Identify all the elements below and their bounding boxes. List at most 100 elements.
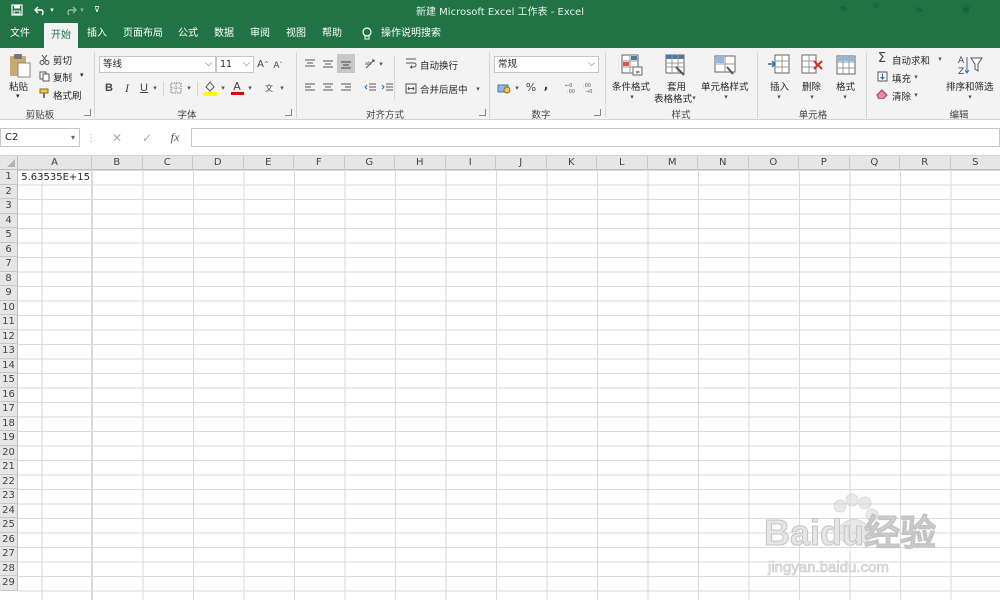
column-header-l[interactable]: L (597, 156, 648, 170)
underline-button[interactable]: U (138, 80, 150, 96)
autosum-button[interactable]: 自动求和 (892, 53, 930, 67)
align-left-icon[interactable] (302, 80, 318, 95)
row-header-14[interactable]: 14 (0, 358, 18, 373)
tab-home[interactable]: 开始 (44, 23, 78, 48)
row-header-29[interactable]: 29 (0, 576, 18, 591)
row-header-28[interactable]: 28 (0, 561, 18, 576)
clipboard-launcher-icon[interactable] (84, 109, 91, 116)
font-size-select[interactable]: 11 ⌵ (216, 56, 254, 73)
cut-button[interactable]: 剪切 (53, 53, 72, 67)
align-bottom-icon[interactable] (337, 54, 355, 73)
copy-dropdown-icon[interactable]: ▾ (80, 71, 84, 79)
format-cells-button[interactable]: 格式 (836, 79, 855, 93)
decrease-decimal-icon[interactable]: .00 →0 (582, 80, 598, 95)
row-header-15[interactable]: 15 (0, 373, 18, 388)
insert-cells-button[interactable]: 插入 (770, 79, 789, 93)
align-right-icon[interactable] (338, 80, 354, 95)
bold-button[interactable]: B (102, 80, 116, 96)
shrink-font-icon[interactable]: Aˇ (272, 57, 284, 74)
column-header-n[interactable]: N (698, 156, 749, 170)
cell-styles-dropdown-icon[interactable]: ▾ (722, 92, 730, 102)
tab-file[interactable]: 文件 (4, 19, 36, 48)
row-header-24[interactable]: 24 (0, 503, 18, 518)
underline-dropdown-icon[interactable]: ▾ (151, 82, 159, 94)
column-header-m[interactable]: M (647, 156, 698, 170)
fill-button[interactable]: 填充 (892, 71, 911, 85)
column-header-p[interactable]: P (799, 156, 850, 170)
conditional-formatting-button[interactable]: 条件格式 (612, 79, 650, 93)
paste-button[interactable]: 粘贴 (9, 79, 28, 93)
row-header-1[interactable]: 1 (0, 170, 18, 185)
format-painter-button[interactable]: 格式刷 (53, 88, 82, 102)
format-table-dropdown-icon[interactable]: ▾ (690, 93, 698, 103)
row-header-13[interactable]: 13 (0, 344, 18, 359)
column-header-s[interactable]: S (950, 156, 1000, 170)
name-box[interactable]: C2 ▾ (0, 128, 80, 147)
tab-formulas[interactable]: 公式 (174, 19, 202, 48)
column-header-h[interactable]: H (395, 156, 446, 170)
row-header-20[interactable]: 20 (0, 445, 18, 460)
fill-color-icon[interactable] (203, 79, 217, 96)
column-header-j[interactable]: J (496, 156, 547, 170)
increase-indent-icon[interactable] (379, 80, 395, 95)
row-header-7[interactable]: 7 (0, 257, 18, 272)
tab-help[interactable]: 帮助 (318, 19, 346, 48)
column-header-e[interactable]: E (243, 156, 294, 170)
confirm-entry-icon[interactable]: ✓ (140, 130, 154, 146)
format-as-table-button[interactable]: 表格格式 (654, 91, 692, 105)
alignment-launcher-icon[interactable] (479, 109, 486, 116)
row-header-3[interactable]: 3 (0, 199, 18, 214)
formula-bar-grip-icon[interactable]: ⋮ (86, 130, 96, 146)
font-color-dropdown-icon[interactable]: ▾ (246, 82, 254, 94)
column-header-r[interactable]: R (900, 156, 951, 170)
sort-filter-button[interactable]: 排序和筛选 (946, 79, 994, 93)
font-color-icon[interactable]: A (230, 79, 244, 96)
orientation-icon[interactable]: ab (362, 56, 378, 71)
row-header-16[interactable]: 16 (0, 387, 18, 402)
row-header-8[interactable]: 8 (0, 271, 18, 286)
orientation-dropdown-icon[interactable]: ▾ (377, 58, 385, 70)
fill-dropdown-icon[interactable]: ▾ (912, 72, 920, 82)
conditional-dropdown-icon[interactable]: ▾ (628, 92, 636, 102)
column-header-f[interactable]: F (294, 156, 345, 170)
row-header-4[interactable]: 4 (0, 213, 18, 228)
tab-data[interactable]: 数据 (210, 19, 238, 48)
tab-review[interactable]: 审阅 (246, 19, 274, 48)
row-header-10[interactable]: 10 (0, 300, 18, 315)
row-header-9[interactable]: 9 (0, 286, 18, 301)
tell-me-search[interactable]: 操作说明搜索 (378, 19, 444, 48)
comma-style-button[interactable]: , (541, 77, 551, 92)
column-header-b[interactable]: B (92, 156, 143, 170)
column-header-o[interactable]: O (748, 156, 799, 170)
column-header-i[interactable]: I (445, 156, 496, 170)
insert-function-icon[interactable]: fx (166, 129, 184, 146)
cancel-entry-icon[interactable]: ✕ (110, 130, 124, 146)
font-name-select[interactable]: 等线 ⌵ (99, 56, 216, 73)
align-center-icon[interactable] (320, 80, 336, 95)
borders-dropdown-icon[interactable]: ▾ (185, 82, 193, 94)
merge-center-button[interactable]: 合并后居中 (420, 82, 468, 96)
align-middle-icon[interactable] (320, 56, 336, 71)
row-header-22[interactable]: 22 (0, 474, 18, 489)
merge-dropdown-icon[interactable]: ▾ (474, 83, 482, 95)
italic-button[interactable]: I (120, 80, 134, 96)
copy-button[interactable]: 复制 (53, 70, 72, 84)
paste-icon[interactable] (6, 52, 34, 80)
row-header-27[interactable]: 27 (0, 547, 18, 562)
row-header-26[interactable]: 26 (0, 532, 18, 547)
fill-color-dropdown-icon[interactable]: ▾ (219, 82, 227, 94)
percent-style-button[interactable]: % (524, 80, 538, 95)
delete-cells-button[interactable]: 删除 (802, 79, 821, 93)
align-top-icon[interactable] (302, 56, 318, 71)
tab-insert[interactable]: 插入 (82, 19, 112, 48)
column-header-d[interactable]: D (193, 156, 244, 170)
tab-view[interactable]: 视图 (282, 19, 310, 48)
row-header-6[interactable]: 6 (0, 242, 18, 257)
row-header-23[interactable]: 23 (0, 489, 18, 504)
phonetic-dropdown-icon[interactable]: ▾ (278, 82, 286, 94)
sort-filter-dropdown-icon[interactable]: ▾ (966, 92, 974, 102)
number-launcher-icon[interactable] (594, 109, 601, 116)
currency-format-icon[interactable] (496, 80, 512, 95)
row-header-18[interactable]: 18 (0, 416, 18, 431)
autosum-dropdown-icon[interactable]: ▾ (936, 54, 944, 64)
